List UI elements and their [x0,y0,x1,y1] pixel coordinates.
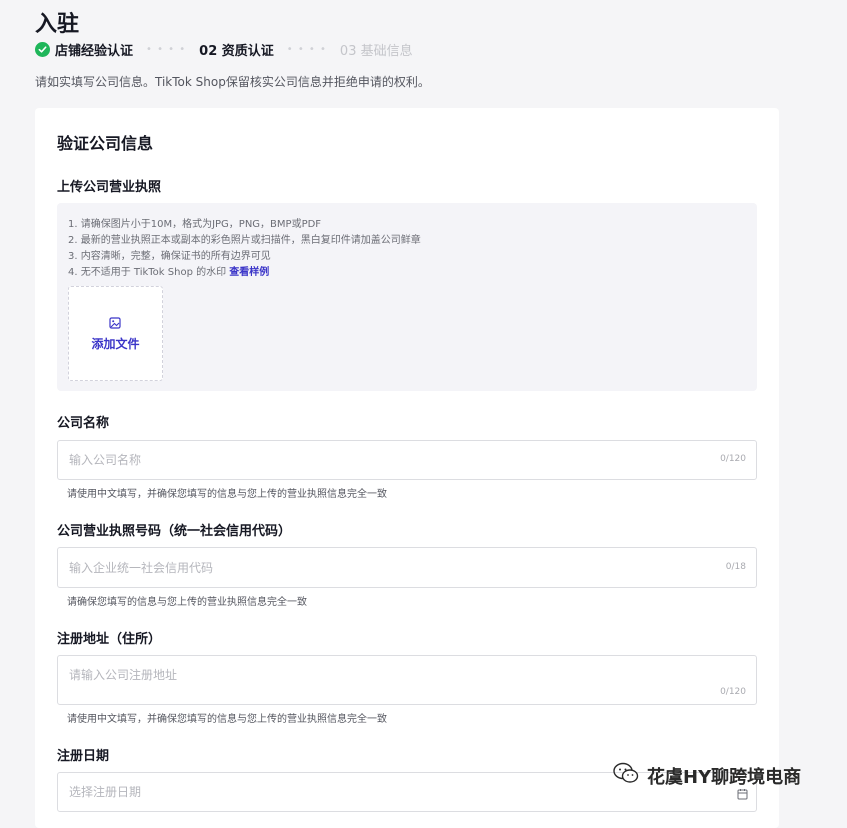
char-counter: 0/120 [720,687,746,697]
upload-rule: 1. 请确保图片小于10M，格式为JPG，PNG，BMP或PDF [68,219,322,230]
license-number-input[interactable] [69,548,689,587]
address-label: 注册地址（住所） [57,632,162,647]
add-file-label: 添加文件 [91,337,140,351]
step-label: 店铺经验认证 [55,43,134,59]
page-title: 入驻 [35,12,80,37]
field-hint: 请使用中文填写，并确保您填写的信息与您上传的营业执照信息完全一致 [67,714,387,725]
address-input[interactable] [69,666,689,694]
upload-rule-text: 4. 无不适用于 TikTok Shop 的水印 [68,267,230,278]
image-icon [109,314,121,333]
field-hint: 请确保您填写的信息与您上传的营业执照信息完全一致 [67,597,307,608]
license-number-label: 公司营业执照号码（统一社会信用代码） [57,524,292,539]
char-counter: 0/18 [725,562,746,572]
watermark: 花虞HY聊跨境电商 [613,762,801,789]
card-title: 验证公司信息 [57,134,154,153]
step-divider: • • • • [286,43,327,55]
address-field: 0/120 [57,655,757,705]
upload-rule: 3. 内容清晰，完整，确保证书的所有边界可见 [68,251,271,262]
company-name-field: 0/120 [57,440,757,480]
company-info-card: 验证公司信息 上传公司营业执照 1. 请确保图片小于10M，格式为JPG，PNG… [35,108,779,828]
watermark-text: 花虞HY聊跨境电商 [647,766,802,788]
notice-text: 请如实填写公司信息。TikTok Shop保留核实公司信息并拒绝申请的权利。 [35,75,430,89]
step-label: 03 基础信息 [339,43,413,59]
step-store-experience[interactable]: 店铺经验认证 [35,40,133,59]
upload-rule: 2. 最新的营业执照正本或副本的彩色照片或扫描件，黑白复印件请加盖公司鲜章 [68,235,421,246]
step-qualification[interactable]: 02 资质认证 [199,40,274,59]
company-name-input[interactable] [69,441,689,479]
upload-area: 1. 请确保图片小于10M，格式为JPG，PNG，BMP或PDF 2. 最新的营… [57,203,757,391]
char-counter: 0/120 [720,454,746,464]
license-number-field: 0/18 [57,547,757,588]
upload-rule: 4. 无不适用于 TikTok Shop 的水印 查看样例 [68,263,269,278]
upload-label: 上传公司营业执照 [57,180,162,195]
registration-date-label: 注册日期 [57,749,110,764]
check-circle-icon [35,41,50,57]
field-hint: 请使用中文填写，并确保您填写的信息与您上传的营业执照信息完全一致 [67,489,387,500]
company-name-label: 公司名称 [57,416,110,431]
step-label: 02 资质认证 [199,43,274,59]
registration-date-input[interactable] [69,773,689,811]
wechat-icon [613,762,639,789]
stepper: 店铺经验认证 • • • • 02 资质认证 • • • • 03 基础信息 [35,39,413,59]
add-file-button[interactable]: 添加文件 [68,286,163,381]
step-divider: • • • • [146,43,187,55]
step-basic-info[interactable]: 03 基础信息 [340,40,413,59]
view-sample-link[interactable]: 查看样例 [229,267,269,278]
